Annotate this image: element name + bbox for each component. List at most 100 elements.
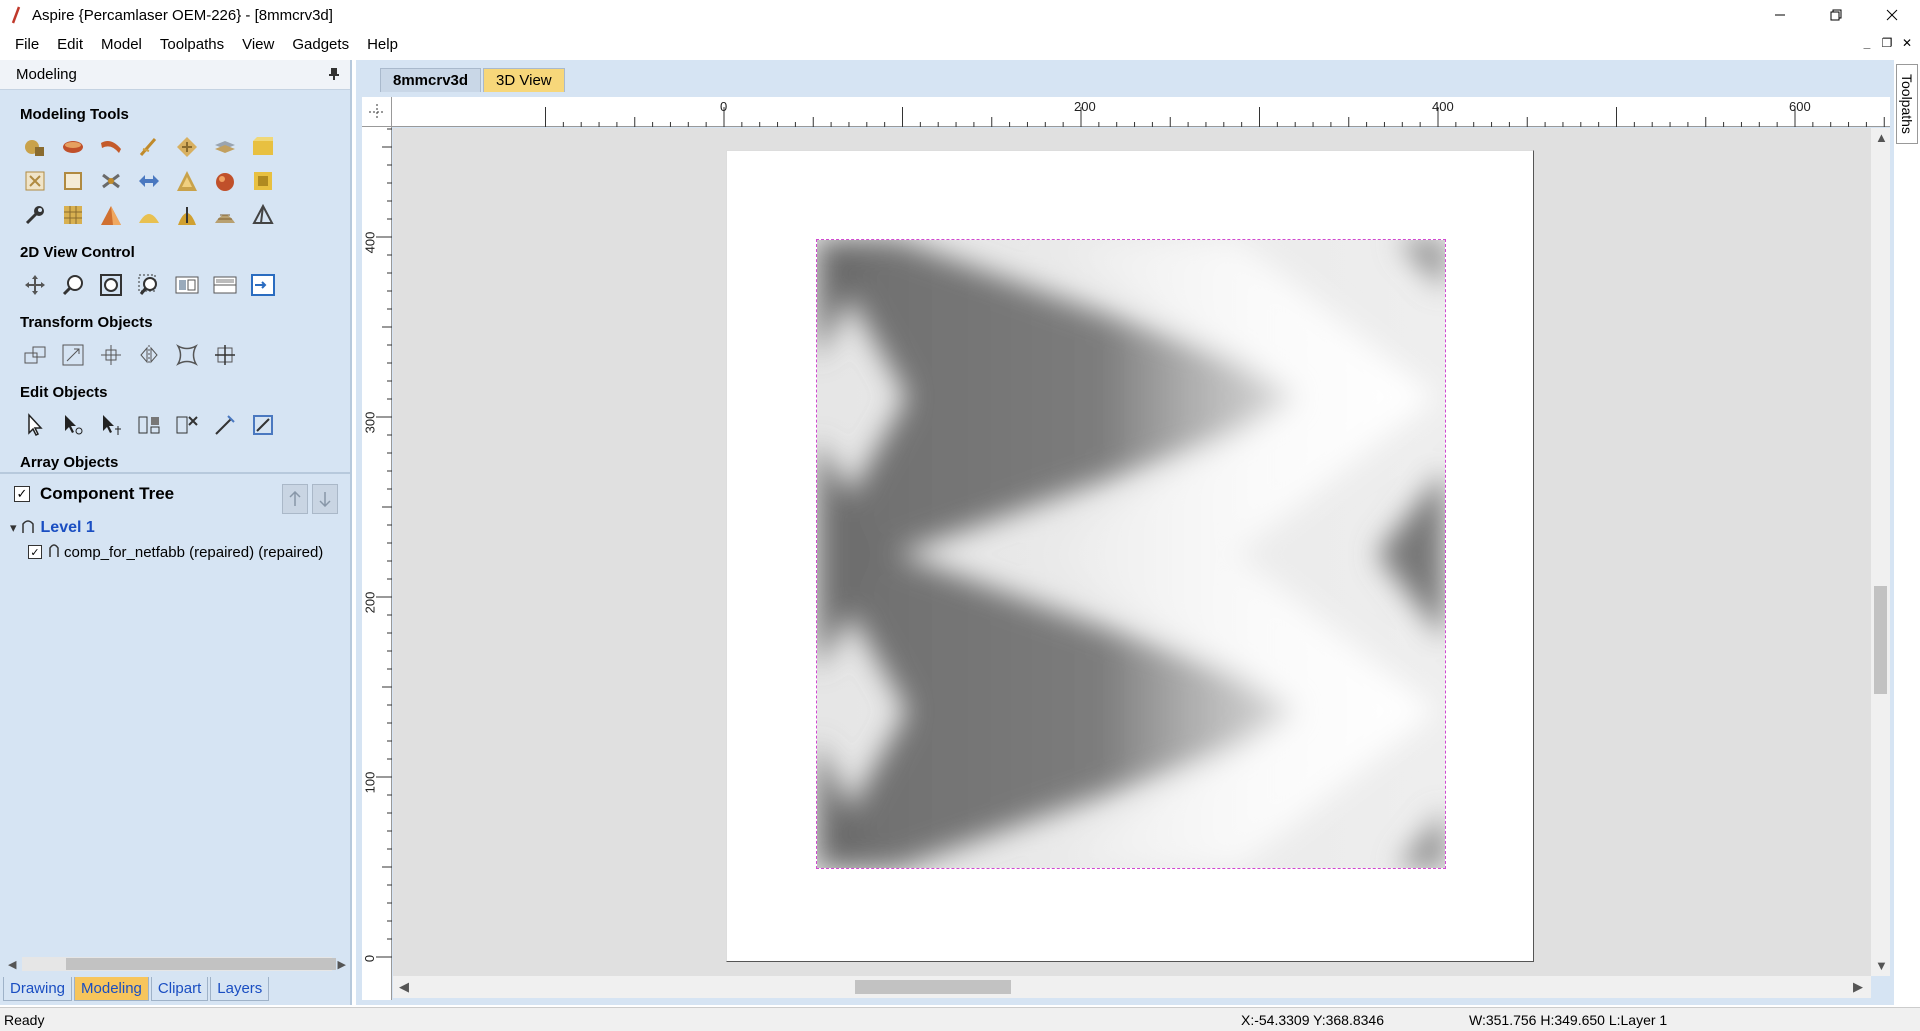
merge-component-icon[interactable]: [22, 168, 48, 194]
component-item-label: comp_for_netfabb (repaired) (repaired): [64, 543, 324, 561]
create-texture-icon[interactable]: [60, 202, 86, 228]
rotate-icon[interactable]: [98, 342, 124, 368]
vertical-scrollbar[interactable]: ▲ ▼: [1871, 128, 1890, 976]
menu-view[interactable]: View: [233, 30, 283, 60]
zoom-icon[interactable]: [60, 272, 86, 298]
split-view-icon[interactable]: [212, 272, 238, 298]
menu-gadgets[interactable]: Gadgets: [283, 30, 358, 60]
menu-file[interactable]: File: [6, 30, 48, 60]
scale-icon[interactable]: [60, 342, 86, 368]
menu-model[interactable]: Model: [92, 30, 151, 60]
sculpt-icon[interactable]: [136, 134, 162, 160]
doc-restore-icon[interactable]: ❐: [1880, 36, 1894, 50]
select-icon[interactable]: [22, 412, 48, 438]
distort-object-icon[interactable]: [174, 342, 200, 368]
menu-help[interactable]: Help: [358, 30, 407, 60]
tab-layers[interactable]: Layers: [210, 977, 270, 1001]
align-objects-icon[interactable]: [136, 412, 162, 438]
menu-bar: File Edit Model Toolpaths View Gadgets H…: [0, 30, 1920, 60]
move-component-icon[interactable]: [98, 168, 124, 194]
modeling-tools-row-3: [0, 202, 350, 228]
weave-icon[interactable]: [174, 134, 200, 160]
horizontal-scroll-thumb[interactable]: [855, 980, 1011, 994]
component-tree-panel: ✓ Component Tree ▾ Level 1 ✓ comp_for_ne…: [0, 472, 350, 890]
create-shape-icon[interactable]: [22, 134, 48, 160]
doc-close-icon[interactable]: ✕: [1900, 36, 1914, 50]
fade-icon[interactable]: [174, 168, 200, 194]
offset-icon[interactable]: [250, 412, 276, 438]
view-tabs: 8mmcrv3d 3D View: [380, 68, 565, 92]
scroll-thumb[interactable]: [66, 958, 337, 970]
menu-edit[interactable]: Edit: [48, 30, 92, 60]
transform-row: [0, 342, 350, 368]
extrude-icon[interactable]: [60, 134, 86, 160]
distort-icon[interactable]: [250, 168, 276, 194]
drawing-canvas[interactable]: [393, 128, 1871, 976]
trim-icon[interactable]: [212, 412, 238, 438]
two-rail-sweep-icon[interactable]: [98, 134, 124, 160]
set-origin-icon[interactable]: [212, 342, 238, 368]
scroll-left-icon[interactable]: ◀: [8, 958, 16, 971]
delete-objects-icon[interactable]: [174, 412, 200, 438]
sculpt-layers-icon[interactable]: [212, 202, 238, 228]
component-icon: [48, 542, 60, 562]
component-tree-checkbox[interactable]: ✓: [14, 486, 30, 502]
slice-icon[interactable]: [212, 134, 238, 160]
transform-select-icon[interactable]: [98, 412, 124, 438]
layout-view-icon[interactable]: [250, 272, 276, 298]
face-selection-icon[interactable]: [250, 202, 276, 228]
move-up-button[interactable]: [282, 484, 308, 514]
minimize-button[interactable]: [1752, 0, 1808, 30]
scroll-up-icon[interactable]: ▲: [1875, 130, 1888, 145]
toggle-view-icon[interactable]: [174, 272, 200, 298]
node-edit-icon[interactable]: [60, 412, 86, 438]
relief-model[interactable]: [816, 239, 1446, 869]
restore-button[interactable]: [1808, 0, 1864, 30]
smooth-icon[interactable]: [98, 202, 124, 228]
mirror-icon[interactable]: [136, 168, 162, 194]
dome-icon[interactable]: [136, 202, 162, 228]
close-button[interactable]: [1864, 0, 1920, 30]
scroll-left-icon[interactable]: ◀: [399, 979, 409, 995]
toolpaths-panel-tab[interactable]: Toolpaths: [1896, 64, 1918, 144]
mirror-object-icon[interactable]: [136, 342, 162, 368]
title-bar: Aspire {Percamlaser OEM-226} - [8mmcrv3d…: [0, 0, 1920, 30]
texture-area-icon[interactable]: [250, 134, 276, 160]
move-down-button[interactable]: [312, 484, 338, 514]
scroll-right-icon[interactable]: ▶: [1853, 979, 1863, 995]
status-bar: Ready X:-54.3309 Y:368.8346 W:351.756 H:…: [0, 1007, 1920, 1031]
ruler-top-label: 200: [1074, 99, 1096, 114]
modeling-tools-row-1: [0, 134, 350, 160]
move-icon[interactable]: [22, 342, 48, 368]
array-objects-title: Array Objects: [20, 454, 119, 471]
vertical-ruler: 400 300 200 100 0: [362, 127, 392, 1000]
scroll-right-icon[interactable]: ▶: [338, 958, 346, 971]
component-item-checkbox[interactable]: ✓: [28, 545, 42, 559]
bake-component-icon[interactable]: [60, 168, 86, 194]
zero-plane-icon[interactable]: [174, 202, 200, 228]
tree-level-1[interactable]: ▾ Level 1: [0, 516, 350, 540]
tab-3d-view[interactable]: 3D View: [483, 68, 565, 92]
zoom-extents-icon[interactable]: [98, 272, 124, 298]
pin-icon[interactable]: [328, 67, 340, 85]
ruler-origin-icon[interactable]: [362, 97, 392, 127]
scroll-down-icon[interactable]: ▼: [1875, 958, 1888, 973]
tab-drawing[interactable]: Drawing: [3, 977, 73, 1001]
view-control-title: 2D View Control: [20, 244, 135, 261]
tab-2d-view[interactable]: 8mmcrv3d: [380, 68, 482, 92]
component-properties-icon[interactable]: [22, 202, 48, 228]
right-dock: [1894, 60, 1920, 1005]
horizontal-scrollbar[interactable]: ◀ ▶: [393, 976, 1871, 998]
doc-minimize-icon[interactable]: _: [1860, 36, 1874, 50]
zoom-selection-icon[interactable]: [136, 272, 162, 298]
pan-icon[interactable]: [22, 272, 48, 298]
vertical-scroll-thumb[interactable]: [1874, 586, 1887, 694]
tab-modeling[interactable]: Modeling: [74, 977, 149, 1001]
component-item[interactable]: ✓ comp_for_netfabb (repaired) (repaired): [0, 540, 350, 564]
panel-tabs: Drawing Modeling Clipart Layers: [0, 976, 352, 1002]
tab-clipart[interactable]: Clipart: [150, 977, 209, 1001]
menu-toolpaths[interactable]: Toolpaths: [151, 30, 233, 60]
expand-icon[interactable]: ▾: [10, 520, 17, 536]
tilt-icon[interactable]: [212, 168, 238, 194]
component-tree-scrollbar[interactable]: ◀ ▶: [8, 954, 346, 974]
